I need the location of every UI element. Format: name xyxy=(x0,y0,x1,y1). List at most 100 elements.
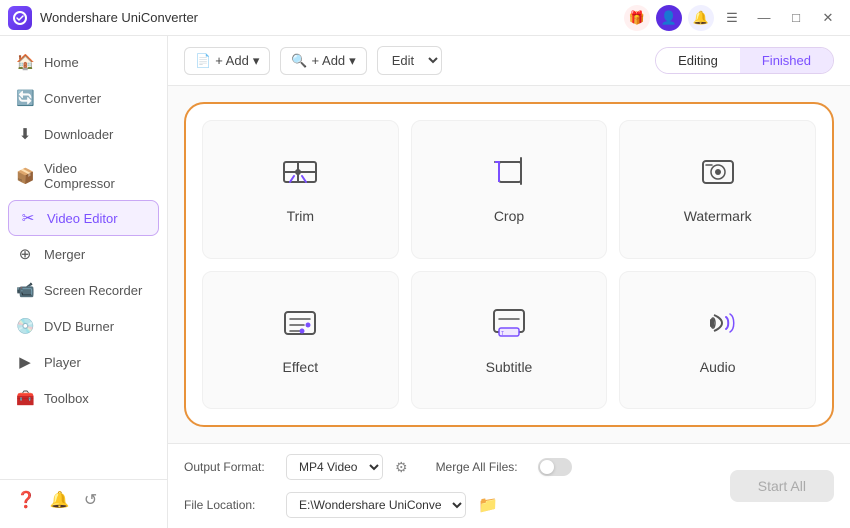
add-file-icon: 📄 xyxy=(195,53,211,69)
trim-icon xyxy=(280,154,320,198)
app-logo xyxy=(8,6,32,30)
sidebar-label-toolbox: Toolbox xyxy=(44,391,89,406)
edit-select[interactable]: Edit xyxy=(377,46,442,75)
tool-audio[interactable]: Audio xyxy=(619,271,816,410)
effect-icon xyxy=(280,305,320,349)
subtitle-icon: T xyxy=(489,305,529,349)
toolbox-icon: 🧰 xyxy=(16,389,34,407)
alert-icon[interactable]: 🔔 xyxy=(50,490,70,510)
sidebar-item-video-compressor[interactable]: 📦 Video Compressor xyxy=(0,152,167,200)
player-icon: ▶ xyxy=(16,353,34,371)
sidebar-label-downloader: Downloader xyxy=(44,127,113,142)
editor-area: Trim Crop xyxy=(168,86,850,443)
menu-button[interactable]: ☰ xyxy=(718,4,746,32)
sidebar-item-home[interactable]: 🏠 Home xyxy=(0,44,167,80)
sidebar-label-merger: Merger xyxy=(44,247,85,262)
add-media-button[interactable]: 🔍 + Add ▾ xyxy=(280,47,366,75)
sidebar-label-converter: Converter xyxy=(44,91,101,106)
title-bar-right: 🎁 👤 🔔 ☰ — □ ✕ xyxy=(624,4,842,32)
minimize-button[interactable]: — xyxy=(750,4,778,32)
sidebar-label-player: Player xyxy=(44,355,81,370)
sidebar-item-converter[interactable]: 🔄 Converter xyxy=(0,80,167,116)
sidebar-label-recorder: Screen Recorder xyxy=(44,283,142,298)
title-bar-left: Wondershare UniConverter xyxy=(8,6,198,30)
tab-group: Editing Finished xyxy=(655,47,834,74)
watermark-label: Watermark xyxy=(684,208,752,224)
sidebar-item-downloader[interactable]: ⬇ Downloader xyxy=(0,116,167,152)
tool-subtitle[interactable]: T Subtitle xyxy=(411,271,608,410)
merger-icon: ⊕ xyxy=(16,245,34,263)
notification-icon[interactable]: 🔔 xyxy=(688,5,714,31)
trim-label: Trim xyxy=(287,208,314,224)
title-bar: Wondershare UniConverter 🎁 👤 🔔 ☰ — □ ✕ xyxy=(0,0,850,36)
add-file-button[interactable]: 📄 + Add ▾ xyxy=(184,47,270,75)
tool-effect[interactable]: Effect xyxy=(202,271,399,410)
add-media-arrow: ▾ xyxy=(349,53,356,69)
compressor-icon: 📦 xyxy=(16,167,34,185)
sidebar-item-screen-recorder[interactable]: 📹 Screen Recorder xyxy=(0,272,167,308)
home-icon: 🏠 xyxy=(16,53,34,71)
merge-files-label: Merge All Files: xyxy=(436,460,526,474)
close-button[interactable]: ✕ xyxy=(814,4,842,32)
watermark-icon xyxy=(698,154,738,198)
file-location-select[interactable]: E:\Wondershare UniConverter xyxy=(286,492,466,518)
tab-editing[interactable]: Editing xyxy=(656,48,740,73)
tool-trim[interactable]: Trim xyxy=(202,120,399,259)
gift-icon[interactable]: 🎁 xyxy=(624,5,650,31)
crop-icon xyxy=(489,154,529,198)
refresh-icon[interactable]: ↺ xyxy=(84,490,97,510)
sidebar-item-video-editor[interactable]: ✂ Video Editor xyxy=(8,200,159,236)
dvd-icon: 💿 xyxy=(16,317,34,335)
file-location-label: File Location: xyxy=(184,498,274,512)
app-title: Wondershare UniConverter xyxy=(40,10,198,25)
sidebar-label-home: Home xyxy=(44,55,79,70)
user-icon[interactable]: 👤 xyxy=(656,5,682,31)
sidebar-item-toolbox[interactable]: 🧰 Toolbox xyxy=(0,380,167,416)
tools-grid-container: Trim Crop xyxy=(184,102,834,427)
file-location-row: File Location: E:\Wondershare UniConvert… xyxy=(184,492,572,518)
main-layout: 🏠 Home 🔄 Converter ⬇ Downloader 📦 Video … xyxy=(0,36,850,528)
sidebar-item-dvd-burner[interactable]: 💿 DVD Burner xyxy=(0,308,167,344)
downloader-icon: ⬇ xyxy=(16,125,34,143)
maximize-button[interactable]: □ xyxy=(782,4,810,32)
add-file-arrow: ▾ xyxy=(253,53,260,69)
bottom-bar: Output Format: MP4 Video ⚙ Merge All Fil… xyxy=(168,443,850,528)
output-format-label: Output Format: xyxy=(184,460,274,474)
sidebar-label-compressor: Video Compressor xyxy=(44,161,151,191)
tools-grid: Trim Crop xyxy=(202,120,816,409)
output-format-select[interactable]: MP4 Video xyxy=(286,454,383,480)
sidebar: 🏠 Home 🔄 Converter ⬇ Downloader 📦 Video … xyxy=(0,36,168,528)
converter-icon: 🔄 xyxy=(16,89,34,107)
sidebar-label-editor: Video Editor xyxy=(47,211,118,226)
tab-finished[interactable]: Finished xyxy=(740,48,833,73)
tool-crop[interactable]: Crop xyxy=(411,120,608,259)
add-file-label: + Add xyxy=(215,53,249,68)
toolbar: 📄 + Add ▾ 🔍 + Add ▾ Edit Editing Finishe… xyxy=(168,36,850,86)
bottom-rows-wrapper: Output Format: MP4 Video ⚙ Merge All Fil… xyxy=(184,454,834,518)
add-media-label: + Add xyxy=(312,53,346,68)
sidebar-item-merger[interactable]: ⊕ Merger xyxy=(0,236,167,272)
output-format-row: Output Format: MP4 Video ⚙ Merge All Fil… xyxy=(184,454,572,480)
crop-label: Crop xyxy=(494,208,524,224)
audio-label: Audio xyxy=(700,359,736,375)
start-all-button[interactable]: Start All xyxy=(730,470,834,502)
sidebar-label-dvd: DVD Burner xyxy=(44,319,114,334)
merge-toggle[interactable] xyxy=(538,458,572,476)
format-settings-icon[interactable]: ⚙ xyxy=(395,459,408,476)
recorder-icon: 📹 xyxy=(16,281,34,299)
audio-icon xyxy=(698,305,738,349)
subtitle-label: Subtitle xyxy=(486,359,533,375)
effect-label: Effect xyxy=(283,359,319,375)
toggle-knob xyxy=(540,460,554,474)
title-bar-icons: 🎁 👤 🔔 xyxy=(624,5,714,31)
bottom-left-fields: Output Format: MP4 Video ⚙ Merge All Fil… xyxy=(184,454,572,518)
sidebar-item-player[interactable]: ▶ Player xyxy=(0,344,167,380)
editor-icon: ✂ xyxy=(19,209,37,227)
svg-text:T: T xyxy=(501,331,504,337)
add-media-icon: 🔍 xyxy=(291,53,307,69)
tool-watermark[interactable]: Watermark xyxy=(619,120,816,259)
sidebar-bottom: ❓ 🔔 ↺ xyxy=(0,479,167,520)
help-icon[interactable]: ❓ xyxy=(16,490,36,510)
folder-icon[interactable]: 📁 xyxy=(478,495,498,515)
content-area: 📄 + Add ▾ 🔍 + Add ▾ Edit Editing Finishe… xyxy=(168,36,850,528)
